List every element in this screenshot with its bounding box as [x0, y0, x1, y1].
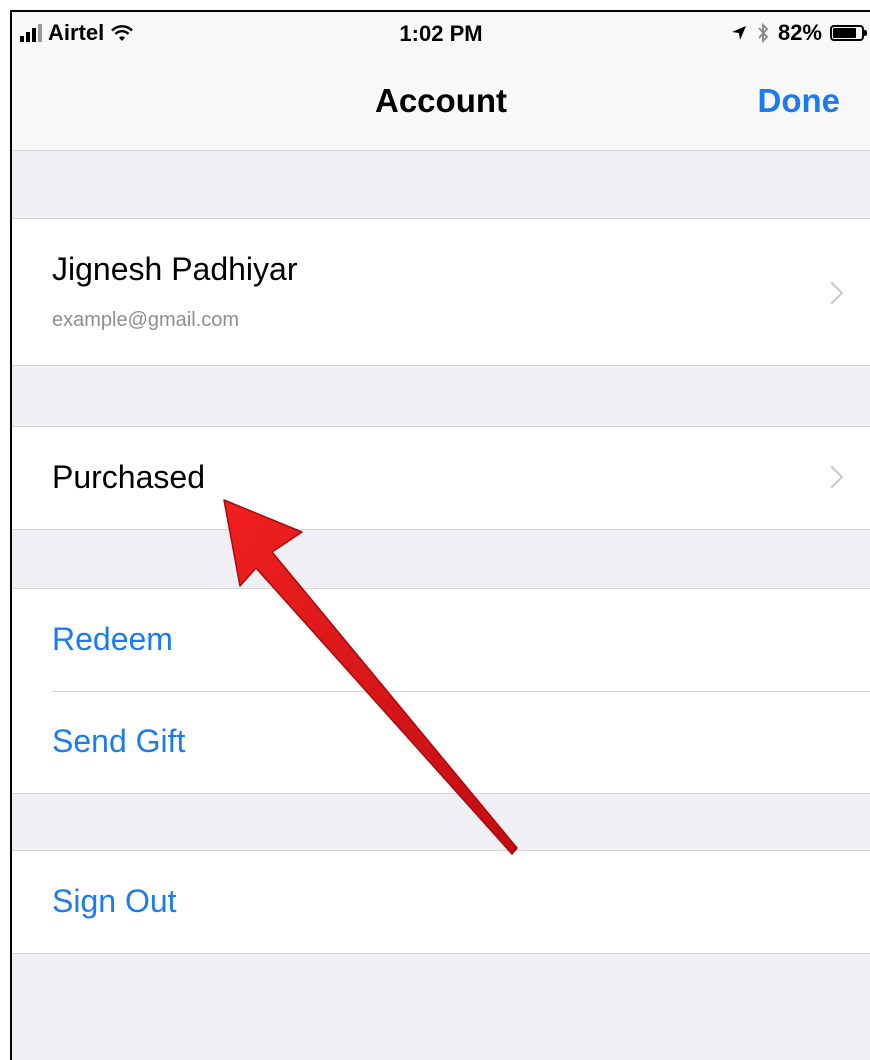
phone-screen: Airtel 1:02 PM 82% Account Done Jignesh … [10, 10, 870, 1060]
annotation-arrow-icon [223, 499, 518, 855]
